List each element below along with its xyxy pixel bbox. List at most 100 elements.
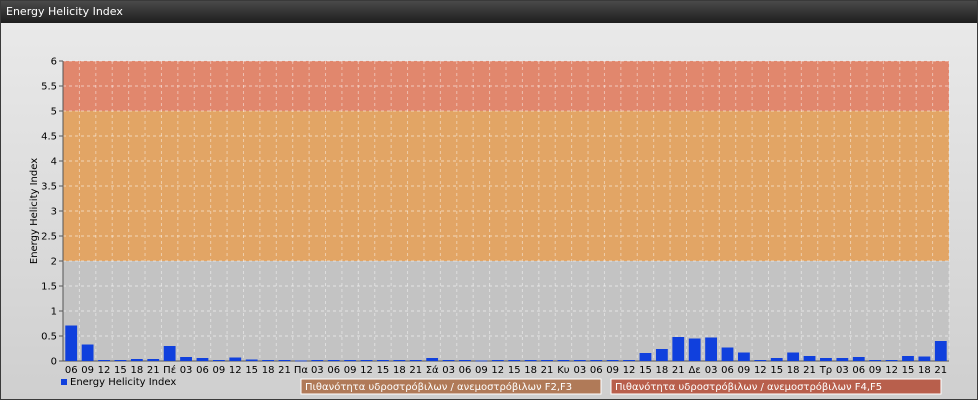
bar-12 (491, 360, 504, 361)
bar-12 (885, 360, 898, 361)
x-tick-label: 06 (459, 365, 472, 376)
bar-06 (459, 360, 471, 361)
x-tick-label: 12 (491, 365, 504, 376)
x-tick-label: 06 (721, 365, 734, 376)
bar-03 (180, 357, 192, 361)
x-tick-label: 21 (541, 365, 554, 376)
bar-06 (196, 358, 209, 361)
bar-15 (902, 356, 914, 361)
x-tick-label: Σά (426, 364, 439, 376)
bar-Τρ (820, 358, 832, 361)
x-tick-label: 21 (147, 365, 160, 376)
y-tick-label: 2 (51, 257, 57, 268)
bar-Πέ (163, 346, 176, 361)
bar-09 (81, 344, 94, 361)
x-tick-label: 09 (344, 365, 357, 376)
x-tick-label: 18 (656, 365, 669, 376)
bar-15 (770, 358, 783, 361)
x-tick-label: 21 (672, 365, 685, 376)
x-tick-label: 12 (360, 365, 373, 376)
x-tick-label: 03 (311, 365, 324, 376)
x-tick-label: Τρ (819, 365, 832, 376)
bar-15 (639, 353, 652, 361)
x-tick-label: 03 (180, 365, 193, 376)
x-tick-label: 03 (442, 365, 455, 376)
x-tick-label: 21 (803, 365, 816, 376)
x-tick-label: 21 (409, 365, 422, 376)
x-tick-label: 12 (229, 365, 242, 376)
x-tick-label: Κυ (557, 365, 570, 376)
y-tick-label: 3.5 (41, 182, 57, 193)
bar-15 (377, 360, 389, 361)
bar-06 (327, 360, 340, 361)
x-tick-label: 06 (852, 365, 865, 376)
bar-09 (344, 360, 357, 361)
x-tick-label: 12 (623, 365, 636, 376)
bar-09 (606, 360, 619, 361)
bar-18 (787, 352, 800, 361)
energy-helicity-chart: 0 0.5 1 1.5 2 2.5 3 3.5 4 4.5 5 5.5 6 Energy Helicity… (29, 57, 950, 395)
x-tick-label: 15 (114, 365, 127, 376)
x-tick-label: 09 (606, 365, 619, 376)
bar-Πα (295, 360, 307, 362)
bar-03 (705, 337, 717, 361)
bar-15 (114, 360, 127, 361)
x-tick-label: 12 (754, 365, 767, 376)
bar-21 (409, 360, 422, 361)
title-bar: Energy Helicity Index (1, 1, 977, 23)
y-tick-label: 1.5 (41, 282, 57, 293)
x-tick-label: 15 (902, 365, 915, 376)
x-tick-label: Πα (294, 365, 309, 376)
bar-18 (524, 360, 537, 361)
bar-18 (262, 360, 274, 361)
x-tick-label: 15 (377, 365, 390, 376)
legend-swatch (61, 379, 67, 385)
bar-Σά (426, 358, 439, 361)
y-tick-label: 4.5 (41, 132, 57, 143)
x-tick-label: 09 (81, 365, 94, 376)
bar-03 (573, 360, 586, 361)
x-tick-label: Δε (689, 365, 701, 376)
x-tick-label: 21 (934, 365, 947, 376)
x-tick-label: 18 (130, 365, 143, 376)
x-tick-label: 18 (787, 365, 800, 376)
bar-12 (623, 360, 635, 361)
x-tick-label: 03 (705, 365, 718, 376)
bar-15 (245, 359, 258, 361)
x-tick-label: Πέ (163, 364, 176, 376)
bar-03 (836, 358, 849, 361)
x-tick-label: 09 (738, 365, 751, 376)
x-tick-label: 18 (524, 365, 537, 376)
chart-panel: 0 0.5 1 1.5 2 2.5 3 3.5 4 4.5 5 5.5 6 Energy Helicity… (1, 23, 977, 399)
zone-legend-label-2: Πιθανότητα υδροστρόβιλων / ανεμοστρόβιλω… (615, 381, 882, 393)
x-tick-label: 12 (98, 365, 111, 376)
y-tick-label: 4 (51, 157, 57, 168)
x-tick-label: 12 (885, 365, 898, 376)
bar-Δε (688, 338, 701, 361)
x-tick-label: 06 (196, 365, 209, 376)
bar-06 (65, 325, 78, 361)
bar-21 (803, 356, 816, 361)
bar-12 (360, 360, 373, 361)
bar-18 (393, 360, 406, 361)
bar-21 (147, 359, 160, 361)
bar-21 (541, 360, 553, 361)
x-tick-label: 09 (213, 365, 226, 376)
y-tick-label: 5 (51, 107, 57, 118)
bar-18 (130, 359, 143, 361)
bar-21 (672, 337, 685, 361)
bar-12 (229, 357, 242, 361)
chart-window: Energy Helicity Index 0 0.5 1 1.5 2 2.5 3 3.5 4 4… (0, 0, 978, 400)
y-tick-label: 6 (51, 57, 57, 68)
bar-12 (98, 360, 110, 361)
bar-21 (278, 360, 291, 361)
x-tick-label: 06 (327, 365, 340, 376)
x-tick-label: 18 (393, 365, 406, 376)
y-tick-label: 3 (51, 207, 57, 218)
bar-09 (869, 360, 882, 361)
bar-15 (508, 360, 521, 361)
x-tick-label: 03 (836, 365, 849, 376)
bar-09 (738, 352, 750, 361)
x-tick-label: 21 (278, 365, 291, 376)
x-tick-label: 06 (590, 365, 603, 376)
